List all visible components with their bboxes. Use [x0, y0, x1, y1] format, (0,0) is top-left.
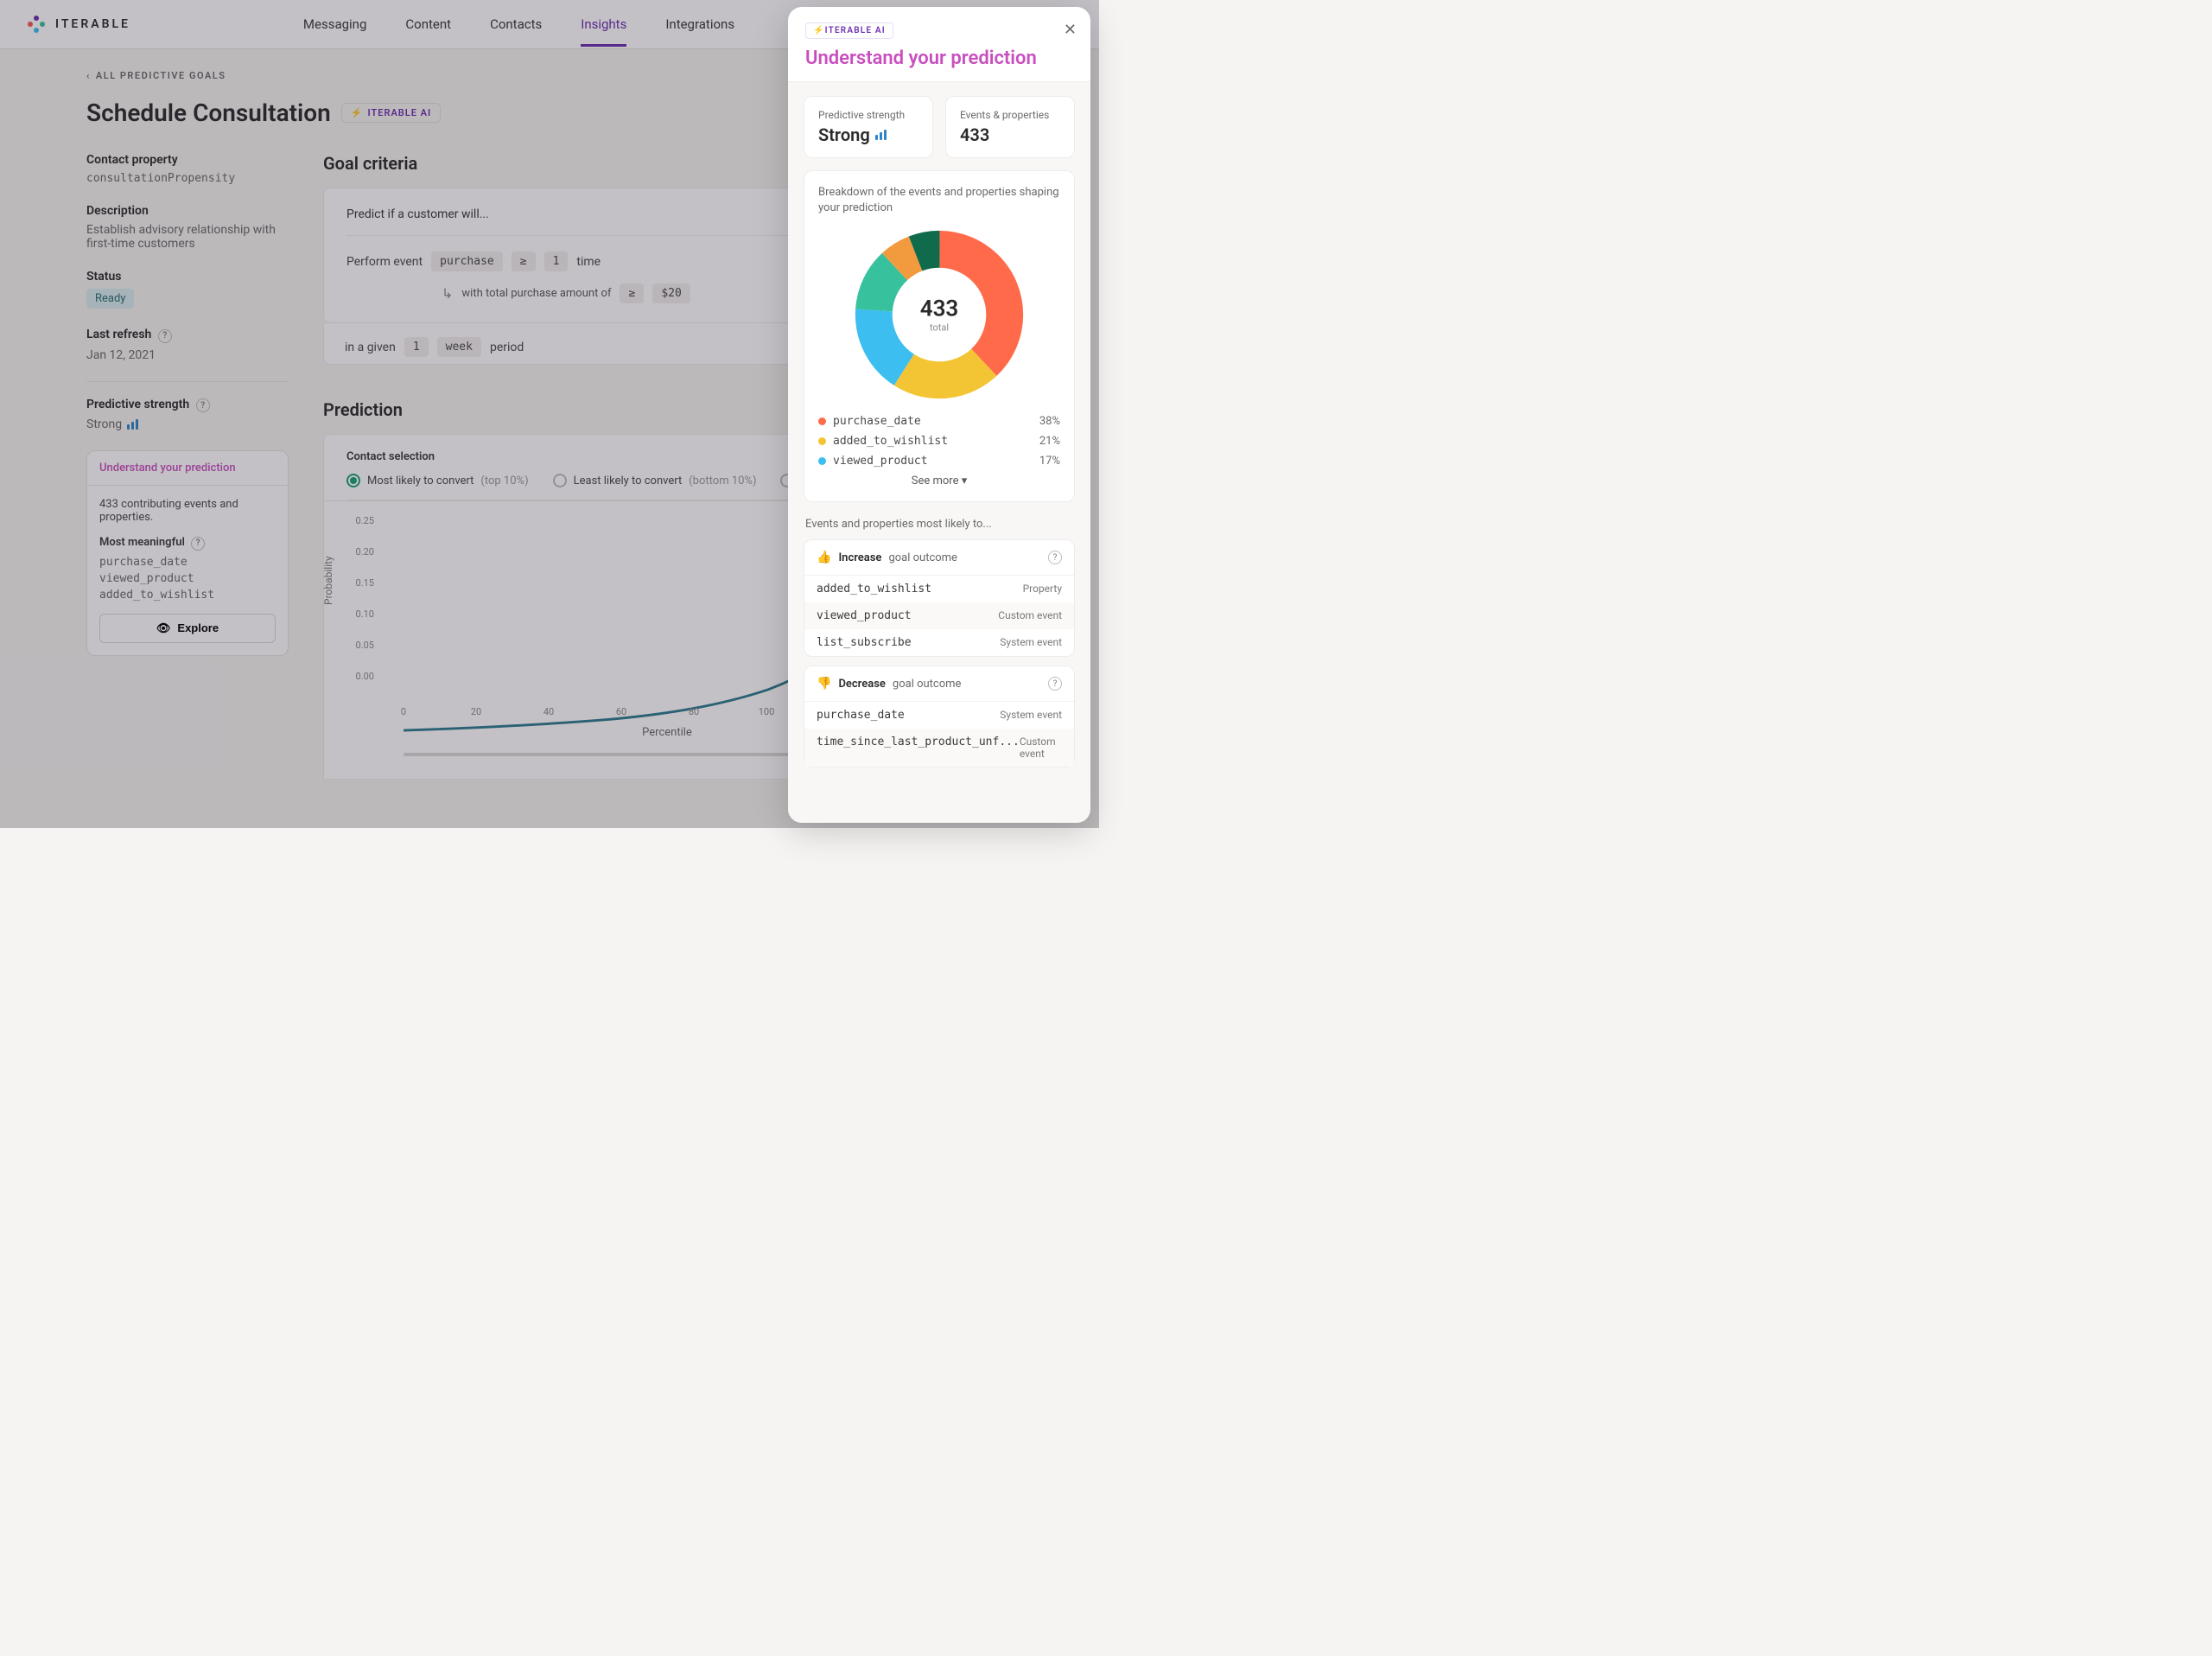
- legend-dot-icon: [818, 437, 826, 445]
- panel-ai-badge: ⚡ ITERABLE AI: [805, 22, 893, 39]
- legend-row: viewed_product 17%: [818, 455, 1060, 468]
- metric-value: 433: [960, 124, 1060, 145]
- thumbs-down-icon: 👎: [817, 677, 831, 691]
- prediction-panel: ⚡ ITERABLE AI ✕ Understand your predicti…: [788, 7, 1090, 823]
- effect-row: time_since_last_product_unf... Custom ev…: [804, 729, 1074, 767]
- metric-label: Events & properties: [960, 109, 1060, 121]
- effects-lead: Events and properties most likely to...: [805, 518, 1075, 531]
- legend-row: purchase_date 38%: [818, 415, 1060, 428]
- metric-label: Predictive strength: [818, 109, 918, 121]
- close-icon[interactable]: ✕: [1064, 21, 1077, 39]
- donut-chart: 433 total: [818, 228, 1060, 401]
- chevron-down-icon: ▾: [962, 475, 968, 487]
- strength-bars-icon: [875, 130, 887, 140]
- help-icon[interactable]: ?: [1048, 551, 1062, 564]
- effect-row: added_to_wishlist Property: [804, 576, 1074, 602]
- legend-dot-icon: [818, 417, 826, 425]
- metric-events: Events & properties 433: [945, 96, 1075, 158]
- increase-label: Increase: [838, 551, 881, 564]
- thumbs-up-icon: 👍: [817, 551, 831, 564]
- metric-strength: Predictive strength Strong: [804, 96, 933, 158]
- increase-card: 👍 Increase goal outcome ? added_to_wishl…: [804, 539, 1075, 657]
- metric-value: Strong: [818, 124, 870, 145]
- breakdown-card: Breakdown of the events and properties s…: [804, 170, 1075, 502]
- bolt-icon: ⚡: [813, 26, 825, 35]
- legend-row: added_to_wishlist 21%: [818, 435, 1060, 448]
- goal-outcome-label: goal outcome: [888, 551, 957, 564]
- effect-row: viewed_product Custom event: [804, 602, 1074, 629]
- donut-total-label: total: [920, 322, 959, 334]
- legend-dot-icon: [818, 457, 826, 465]
- goal-outcome-label: goal outcome: [893, 678, 962, 691]
- donut-total: 433: [920, 296, 959, 322]
- panel-title: Understand your prediction: [805, 48, 1073, 69]
- effect-row: list_subscribe System event: [804, 629, 1074, 656]
- see-more-button[interactable]: See more ▾: [818, 475, 1060, 487]
- breakdown-lead: Breakdown of the events and properties s…: [818, 185, 1060, 216]
- decrease-card: 👎 Decrease goal outcome ? purchase_date …: [804, 666, 1075, 767]
- help-icon[interactable]: ?: [1048, 677, 1062, 691]
- decrease-label: Decrease: [838, 678, 885, 691]
- effect-row: purchase_date System event: [804, 702, 1074, 729]
